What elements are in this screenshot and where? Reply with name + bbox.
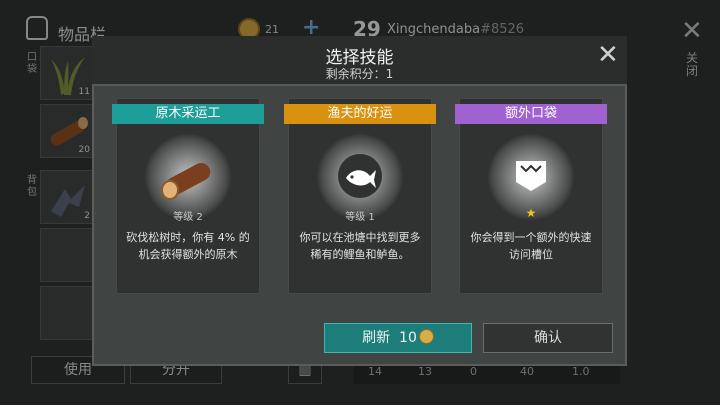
skill-description: 你可以在池塘中找到更多稀有的鲤鱼和鲈鱼。 xyxy=(299,231,421,261)
skill-description: 砍伐松树时，你有 4% 的机会获得额外的原木 xyxy=(126,231,250,261)
refresh-button[interactable]: 刷新 10 xyxy=(324,323,472,353)
close-icon[interactable]: ✕ xyxy=(597,42,619,68)
skill-select-dialog: 选择技能 剩余积分：1 ✕ 原木采运工 等级 2 砍伐松树时，你有 4% 的机会… xyxy=(92,36,627,366)
skill-name: 渔夫的好运 xyxy=(284,104,436,124)
log-icon xyxy=(161,162,211,200)
pocket-icon xyxy=(516,161,546,191)
coin-icon xyxy=(418,329,434,344)
skill-level: 等级 1 xyxy=(345,212,375,223)
remaining-points: 剩余积分：1 xyxy=(325,67,394,81)
confirm-button[interactable]: 确认 xyxy=(483,323,613,353)
refresh-label: 刷新 xyxy=(362,330,391,346)
skill-level: 等级 2 xyxy=(173,212,203,223)
fish-icon xyxy=(338,154,382,198)
skill-name: 额外口袋 xyxy=(455,104,607,124)
star-icon: ★ xyxy=(525,206,537,220)
skill-description: 你会得到一个额外的快速访问槽位 xyxy=(470,231,592,261)
divider xyxy=(92,84,627,86)
skill-name: 原木采运工 xyxy=(112,104,264,124)
refresh-cost: 10 xyxy=(399,330,417,346)
